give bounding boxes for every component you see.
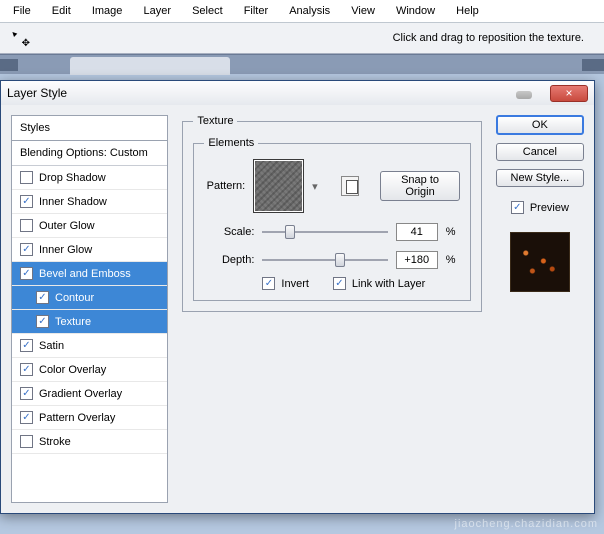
label-outer-glow: Outer Glow [39, 220, 95, 232]
link-with-layer-checkbox[interactable] [333, 277, 346, 290]
style-inner-glow[interactable]: Inner Glow [12, 238, 167, 262]
styles-list: Styles Blending Options: Custom Drop Sha… [11, 115, 168, 503]
menu-layer[interactable]: Layer [134, 2, 180, 20]
preview-checkbox[interactable] [511, 201, 524, 214]
elements-group: Elements Pattern: ▾ Snap to Origin Scale… [193, 137, 470, 301]
label-pattern-overlay: Pattern Overlay [39, 412, 115, 424]
new-preset-button[interactable] [341, 176, 359, 196]
style-inner-shadow[interactable]: Inner Shadow [12, 190, 167, 214]
snap-to-origin-button[interactable]: Snap to Origin [380, 171, 459, 201]
invert-checkbox[interactable] [262, 277, 275, 290]
checkbox-pattern-overlay[interactable] [20, 411, 33, 424]
menubar: File Edit Image Layer Select Filter Anal… [0, 0, 604, 23]
menu-help[interactable]: Help [447, 2, 488, 20]
style-texture[interactable]: Texture [12, 310, 167, 334]
pattern-picker-arrow-icon[interactable]: ▾ [312, 180, 320, 193]
checkbox-contour[interactable] [36, 291, 49, 304]
document-tab[interactable] [70, 57, 230, 75]
texture-group: Texture Elements Pattern: ▾ Snap to Orig… [182, 115, 481, 312]
minimize-placeholder [516, 91, 532, 99]
label-color-overlay: Color Overlay [39, 364, 106, 376]
link-with-layer-label: Link with Layer [352, 278, 425, 290]
tool-description: Click and drag to reposition the texture… [393, 32, 584, 44]
ok-button[interactable]: OK [496, 115, 584, 135]
checkbox-drop-shadow[interactable] [20, 171, 33, 184]
menu-filter[interactable]: Filter [235, 2, 277, 20]
settings-panel: Texture Elements Pattern: ▾ Snap to Orig… [182, 115, 481, 503]
checkbox-inner-shadow[interactable] [20, 195, 33, 208]
checkbox-color-overlay[interactable] [20, 363, 33, 376]
scale-unit: % [446, 226, 460, 238]
label-inner-shadow: Inner Shadow [39, 196, 107, 208]
label-satin: Satin [39, 340, 64, 352]
texture-legend: Texture [193, 115, 237, 127]
depth-slider[interactable] [262, 252, 387, 268]
label-gradient-overlay: Gradient Overlay [39, 388, 122, 400]
checkbox-stroke[interactable] [20, 435, 33, 448]
elements-legend: Elements [204, 137, 258, 149]
layer-style-dialog: Layer Style × Styles Blending Options: C… [0, 80, 595, 514]
scale-input[interactable]: 41 [396, 223, 438, 241]
style-outer-glow[interactable]: Outer Glow [12, 214, 167, 238]
label-stroke: Stroke [39, 436, 71, 448]
blending-options-item[interactable]: Blending Options: Custom [12, 141, 167, 166]
new-style-button[interactable]: New Style... [496, 169, 584, 187]
menu-file[interactable]: File [4, 2, 40, 20]
cancel-button[interactable]: Cancel [496, 143, 584, 161]
scale-label: Scale: [204, 226, 254, 238]
menu-select[interactable]: Select [183, 2, 232, 20]
depth-unit: % [446, 254, 460, 266]
dialog-title: Layer Style [7, 86, 67, 100]
invert-label: Invert [281, 278, 309, 290]
checkbox-texture[interactable] [36, 315, 49, 328]
scale-slider[interactable] [262, 224, 387, 240]
preview-label: Preview [530, 202, 569, 214]
style-color-overlay[interactable]: Color Overlay [12, 358, 167, 382]
pattern-swatch[interactable] [253, 159, 304, 213]
menu-image[interactable]: Image [83, 2, 132, 20]
label-contour: Contour [55, 292, 94, 304]
preview-thumbnail [510, 232, 570, 292]
checkbox-gradient-overlay[interactable] [20, 387, 33, 400]
checkbox-bevel-emboss[interactable] [20, 267, 33, 280]
document-tabbar [0, 54, 604, 74]
label-texture: Texture [55, 316, 91, 328]
style-drop-shadow[interactable]: Drop Shadow [12, 166, 167, 190]
close-button[interactable]: × [550, 85, 588, 102]
style-contour[interactable]: Contour [12, 286, 167, 310]
style-satin[interactable]: Satin [12, 334, 167, 358]
options-bar: Click and drag to reposition the texture… [0, 23, 604, 54]
style-bevel-emboss[interactable]: Bevel and Emboss [12, 262, 167, 286]
style-stroke[interactable]: Stroke [12, 430, 167, 454]
style-pattern-overlay[interactable]: Pattern Overlay [12, 406, 167, 430]
dialog-titlebar[interactable]: Layer Style × [1, 81, 594, 105]
label-bevel-emboss: Bevel and Emboss [39, 268, 131, 280]
styles-header[interactable]: Styles [12, 116, 167, 141]
dialog-buttons: OK Cancel New Style... Preview [496, 115, 584, 503]
label-drop-shadow: Drop Shadow [39, 172, 106, 184]
menu-analysis[interactable]: Analysis [280, 2, 339, 20]
depth-label: Depth: [204, 254, 254, 266]
menu-window[interactable]: Window [387, 2, 444, 20]
style-gradient-overlay[interactable]: Gradient Overlay [12, 382, 167, 406]
checkbox-inner-glow[interactable] [20, 243, 33, 256]
checkbox-outer-glow[interactable] [20, 219, 33, 232]
pattern-label: Pattern: [204, 180, 245, 192]
depth-input[interactable]: +180 [396, 251, 438, 269]
label-inner-glow: Inner Glow [39, 244, 92, 256]
checkbox-satin[interactable] [20, 339, 33, 352]
menu-view[interactable]: View [342, 2, 384, 20]
move-tool-icon[interactable] [10, 29, 28, 47]
watermark-text: jiaocheng.chazidian.com [455, 518, 598, 530]
menu-edit[interactable]: Edit [43, 2, 80, 20]
